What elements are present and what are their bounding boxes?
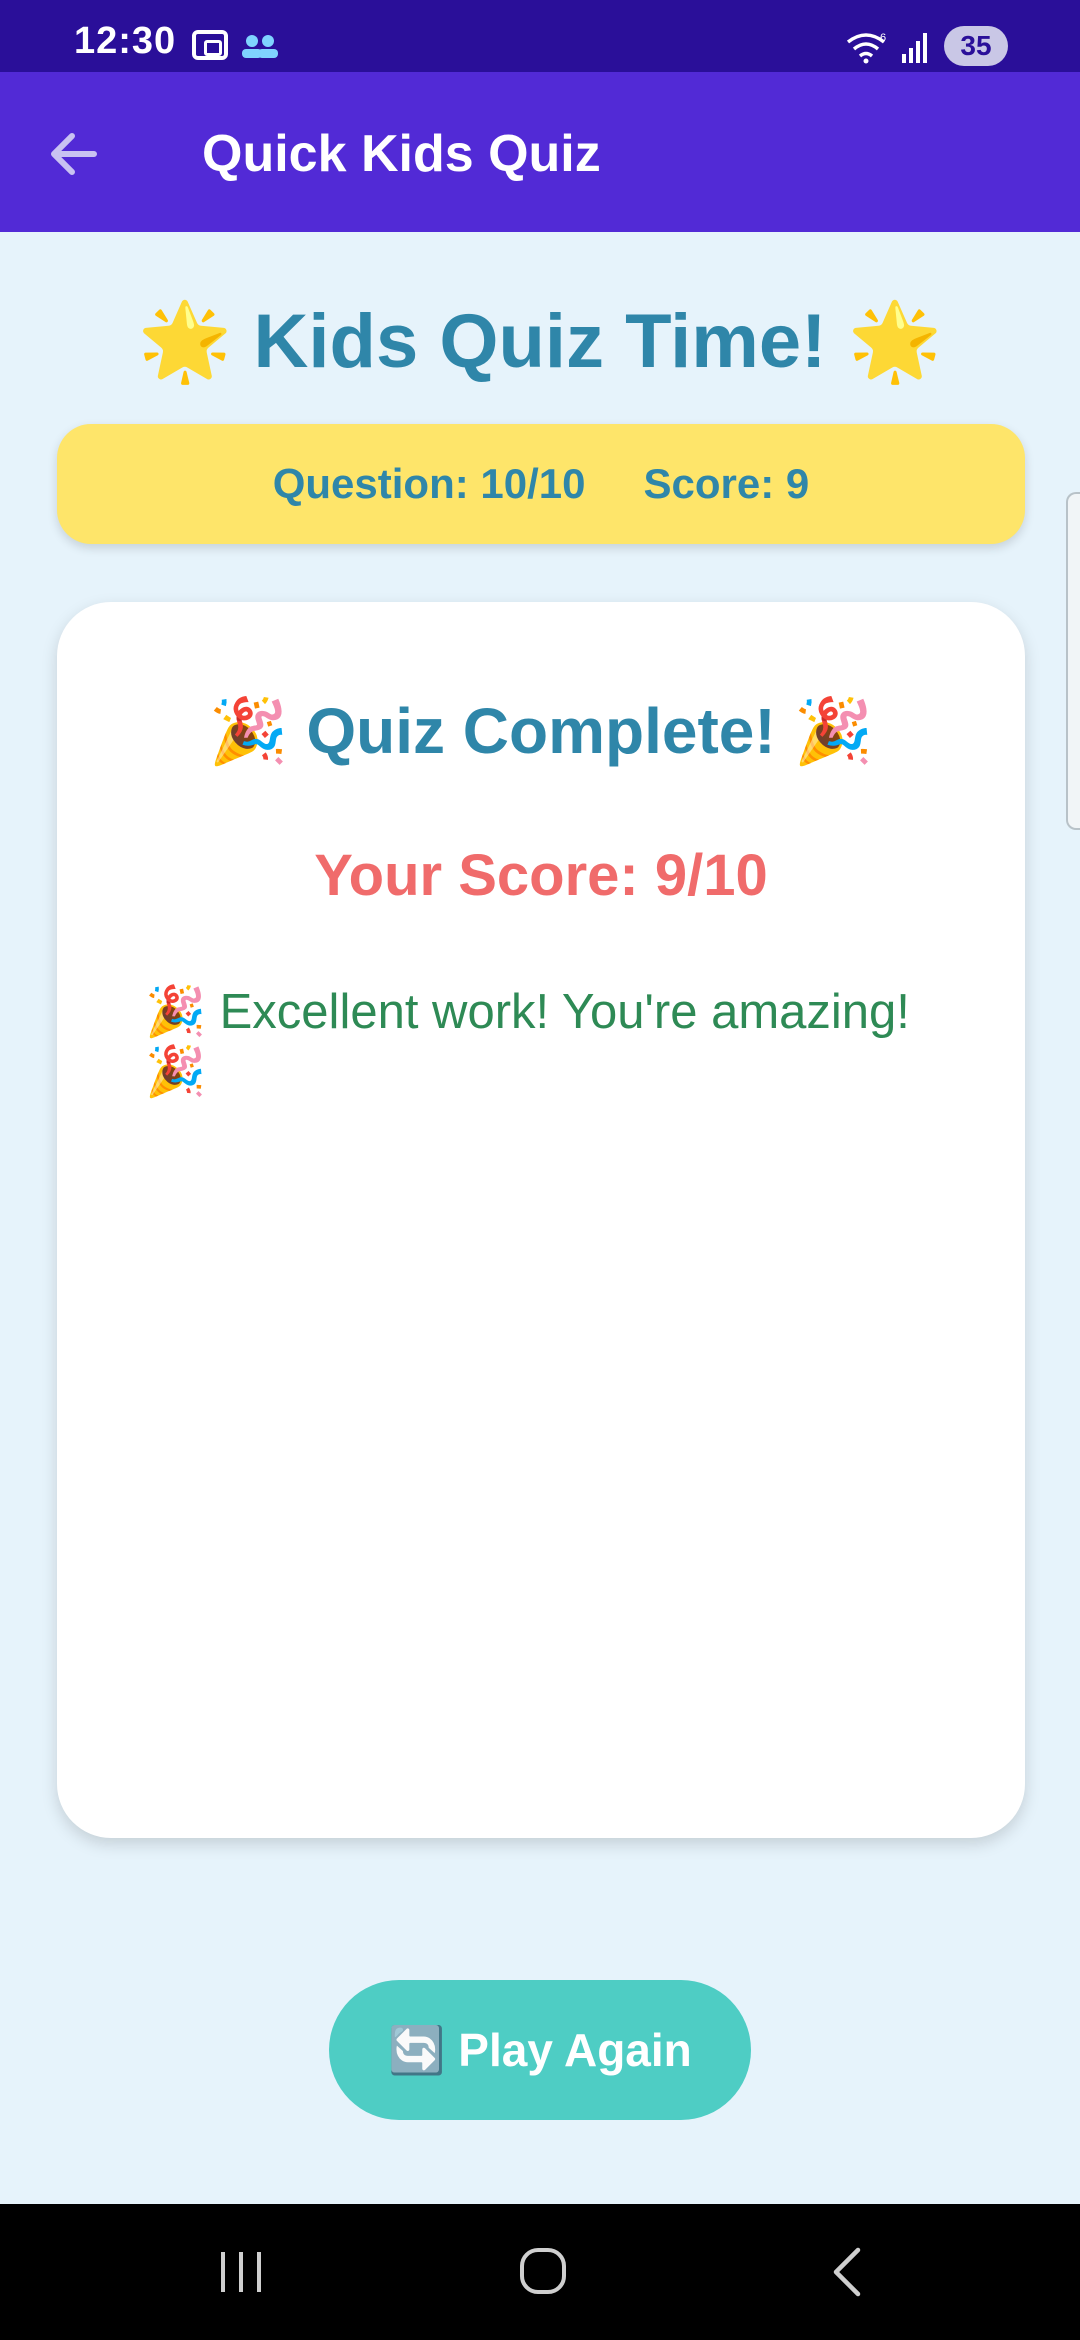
final-score: Your Score: 9/10 <box>314 843 768 908</box>
signal-icon <box>902 33 927 63</box>
app-title: Quick Kids Quiz <box>202 125 601 183</box>
status-time: 12:30 <box>74 20 177 62</box>
status-bar: 12:30 6 35 <box>0 0 1080 72</box>
wifi-icon: 6 <box>846 32 886 64</box>
progress-bar: Question: 10/10 Score: 9 <box>57 424 1025 544</box>
scrollbar[interactable] <box>1066 492 1080 830</box>
question-counter: Question: 10/10 <box>272 460 586 507</box>
svg-text:6: 6 <box>880 32 886 44</box>
result-card: 🎉 Quiz Complete! 🎉 Your Score: 9/10 🎉 Ex… <box>57 602 1025 1838</box>
home-icon[interactable] <box>518 2246 568 2296</box>
back-icon[interactable] <box>826 2246 866 2298</box>
page-title: 🌟 Kids Quiz Time! 🌟 <box>137 299 943 384</box>
navigation-bar <box>0 2204 1080 2340</box>
result-message: 🎉 Excellent work! You're amazing! 🎉 <box>145 985 910 1099</box>
result-title: 🎉 Quiz Complete! 🎉 <box>208 695 874 767</box>
arrow-left-icon[interactable] <box>42 124 108 184</box>
battery-badge: 35 <box>944 26 1008 66</box>
play-again-button[interactable]: 🔄 Play Again <box>329 1980 751 2120</box>
score-counter: Score: 9 <box>643 460 810 507</box>
people-icon <box>242 35 278 58</box>
recents-icon[interactable] <box>218 2250 264 2294</box>
app-bar: Quick Kids Quiz <box>0 72 1080 232</box>
screenshot-icon <box>192 30 228 60</box>
